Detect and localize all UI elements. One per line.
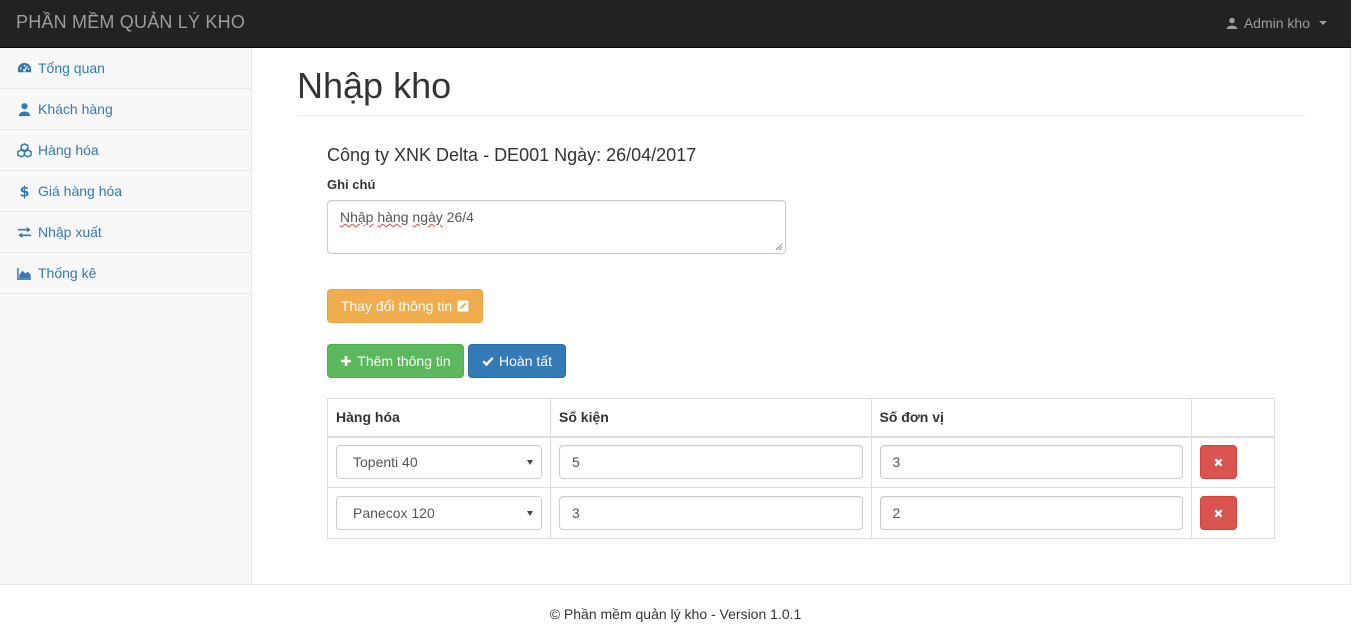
sidebar: Tổng quan Khách hàng Hàng hóa $ Giá hàng… (0, 48, 252, 584)
product-select[interactable]: Topenti 40 (336, 445, 542, 480)
sidebar-item-gia-hang-hoa[interactable]: $ Giá hàng hóa (0, 171, 251, 212)
units-cell: 2 (870, 487, 1193, 539)
table-header-row: Hàng hóa Số kiện Số đơn vị (327, 398, 1275, 438)
caret-down-icon (1319, 21, 1327, 25)
product-cell: Topenti 40 (327, 436, 551, 488)
sidebar-item-label: Thống kê (38, 265, 97, 281)
check-icon (482, 356, 494, 367)
sidebar-item-thong-ke[interactable]: Thống kê (0, 253, 251, 294)
actions-cell (1191, 487, 1275, 539)
sidebar-item-label: Tổng quan (38, 60, 105, 76)
actions-cell (1191, 436, 1275, 488)
note-word: Nhập (340, 209, 374, 225)
column-header-actions (1191, 398, 1275, 438)
packages-input[interactable]: 5 (559, 445, 863, 480)
svg-text:$: $ (20, 184, 30, 198)
app-brand[interactable]: PHẦN MỀM QUẢN LÝ KHO (16, 12, 245, 33)
note-word: hàng (377, 209, 409, 225)
note-textarea[interactable]: Nhập hàng ngày 26/4 (327, 200, 786, 254)
units-input[interactable]: 2 (879, 496, 1184, 530)
dashboard-icon (17, 62, 32, 72)
close-icon (1214, 509, 1223, 517)
sidebar-item-tong-quan[interactable]: Tổng quan (0, 48, 251, 89)
finish-button[interactable]: Hoàn tất (468, 344, 566, 378)
product-select-value: Panecox 120 (353, 505, 435, 521)
note-word: 26/4 (446, 209, 474, 225)
dropdown-arrow-icon (527, 460, 533, 466)
edit-icon (457, 300, 469, 312)
add-info-button[interactable]: Thêm thông tin (327, 344, 464, 378)
dropdown-arrow-icon (527, 511, 533, 516)
area-chart-icon (17, 267, 32, 280)
note-word: ngày (412, 209, 443, 225)
page-title: Nhập kho (297, 65, 452, 106)
exchange-icon (17, 226, 32, 238)
sidebar-item-label: Hàng hóa (38, 142, 99, 158)
sidebar-item-nhap-xuat[interactable]: Nhập xuất (0, 212, 251, 253)
table-row: Topenti 40 5 3 (327, 436, 1275, 488)
table-row: Panecox 120 3 2 (327, 487, 1275, 539)
page-header: Nhập kho (297, 66, 1305, 116)
page-right-border (1350, 48, 1351, 639)
units-input[interactable]: 3 (879, 445, 1184, 480)
top-navbar: PHẦN MỀM QUẢN LÝ KHO Admin kho (0, 0, 1351, 48)
column-header-units: Số đơn vị (870, 398, 1193, 438)
sidebar-item-khach-hang[interactable]: Khách hàng (0, 89, 251, 130)
add-info-label: Thêm thông tin (357, 353, 451, 369)
footer: © Phần mềm quản lý kho - Version 1.0.1 (0, 584, 1351, 639)
user-icon (1226, 17, 1238, 29)
column-header-packages: Số kiện (550, 398, 872, 438)
dollar-icon: $ (20, 184, 30, 198)
note-label: Ghi chú (327, 177, 376, 192)
packages-cell: 3 (550, 487, 872, 539)
delete-row-button[interactable] (1200, 445, 1238, 480)
sidebar-item-label: Khách hàng (38, 101, 113, 117)
column-header-product: Hàng hóa (327, 398, 551, 438)
import-items-table: Hàng hóa Số kiện Số đơn vị Topenti 40 5 (327, 398, 1275, 539)
sidebar-item-label: Nhập xuất (38, 224, 102, 240)
edit-info-button[interactable]: Thay đổi thông tin (327, 289, 483, 323)
resize-handle-icon[interactable] (775, 243, 783, 251)
user-icon (18, 102, 31, 116)
product-cell: Panecox 120 (327, 487, 551, 539)
sidebar-item-hang-hoa[interactable]: Hàng hóa (0, 130, 251, 171)
footer-text: © Phần mềm quản lý kho - Version 1.0.1 (549, 606, 802, 622)
company-info-line: Công ty XNK Delta - DE001 Ngày: 26/04/20… (327, 145, 697, 165)
close-icon (1214, 458, 1223, 467)
packages-cell: 5 (550, 436, 872, 488)
finish-label: Hoàn tất (499, 353, 552, 369)
cubes-icon (17, 142, 32, 158)
delete-row-button[interactable] (1200, 496, 1238, 530)
packages-input[interactable]: 3 (559, 496, 863, 530)
product-select[interactable]: Panecox 120 (336, 496, 542, 530)
user-menu-dropdown[interactable]: Admin kho (1226, 15, 1327, 31)
edit-info-label: Thay đổi thông tin (340, 298, 453, 314)
units-cell: 3 (870, 436, 1193, 488)
sidebar-item-label: Giá hàng hóa (38, 183, 123, 199)
plus-icon (341, 356, 352, 366)
user-menu-label: Admin kho (1243, 15, 1310, 31)
product-select-value: Topenti 40 (353, 454, 418, 471)
